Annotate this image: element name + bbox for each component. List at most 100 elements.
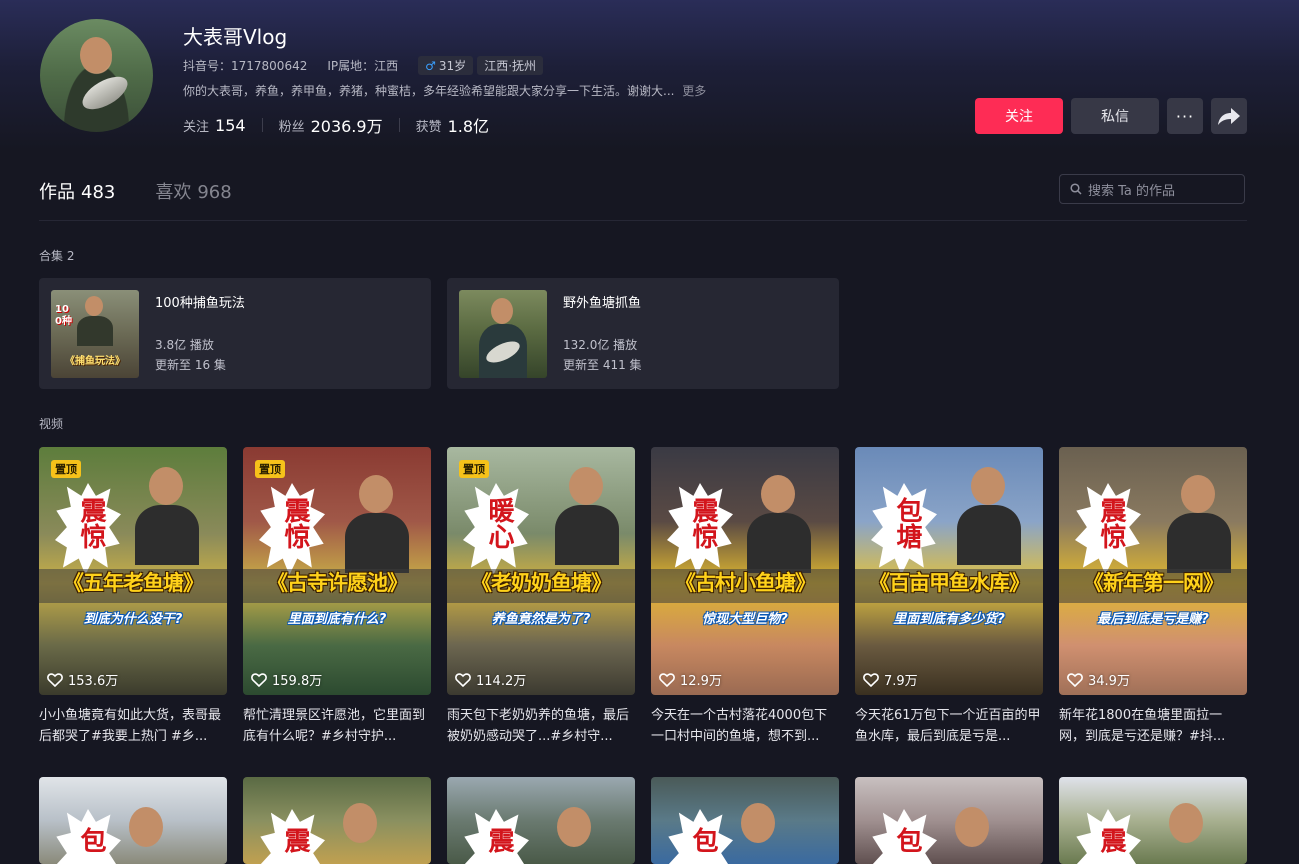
video-description[interactable]: 今天在一个古村落花4000包下一口村中间的鱼塘，想不到... xyxy=(651,705,839,747)
ip-location: IP属地：江西 xyxy=(327,59,399,73)
collection-card[interactable]: 野外鱼塘抓鱼 132.0亿 播放 更新至 411 集 xyxy=(447,278,839,389)
video-cover[interactable]: 震惊 《新年第一网》 最后到底是亏是赚? 34.9万 xyxy=(1059,447,1247,695)
video-card[interactable]: 震惊 《古寺许愿池》 里面到底有什么? 置顶 159.8万 帮忙清理景区许愿池，… xyxy=(243,447,431,747)
pinned-badge: 置顶 xyxy=(459,460,489,478)
followers-label[interactable]: 粉丝 xyxy=(279,116,305,135)
burst-text: 包 xyxy=(688,827,718,853)
burst-text: 震 xyxy=(280,827,310,853)
video-cover[interactable]: 包塘 《百亩甲鱼水库》 里面到底有多少货? 7.9万 xyxy=(855,447,1043,695)
profile-stats: 关注 154 粉丝 2036.9万 获赞 1.8亿 xyxy=(183,113,489,137)
cover-person xyxy=(1181,475,1215,513)
videos-label: 视频 xyxy=(39,417,64,431)
video-card[interactable]: 震惊 《古村小鱼塘》 惊现大型巨物? 12.9万 今天在一个古村落花4000包下… xyxy=(651,447,839,747)
profile-meta: 抖音号：1717800642 IP属地：江西 ♂ 31岁 江西·抚州 xyxy=(183,56,544,75)
video-cover[interactable]: 包 xyxy=(39,777,227,864)
following-count[interactable]: 154 xyxy=(215,116,246,135)
video-cover[interactable]: 包 xyxy=(855,777,1043,864)
video-card[interactable]: 包 xyxy=(855,777,1043,864)
follow-button[interactable]: 关注 xyxy=(975,98,1063,134)
video-card[interactable]: 暖心 《老奶奶鱼塘》 养鱼竟然是为了? 置顶 114.2万 雨天包下老奶奶养的鱼… xyxy=(447,447,635,747)
douyin-id: 抖音号：1717800642 xyxy=(183,59,308,73)
cover-person xyxy=(149,467,183,505)
collection-plays: 132.0亿 播放 xyxy=(563,338,638,352)
video-card[interactable]: 包 xyxy=(39,777,227,864)
tab-likes-label: 喜欢 xyxy=(155,182,192,203)
male-icon: ♂ xyxy=(425,58,436,73)
video-cover[interactable]: 震惊 《古寺许愿池》 里面到底有什么? 置顶 159.8万 xyxy=(243,447,431,695)
avatar[interactable] xyxy=(40,19,153,132)
content-tabs: 作品 483 喜欢 968 xyxy=(39,178,232,204)
collection-episodes: 更新至 411 集 xyxy=(563,358,642,372)
cover-subtitle: 里面到底有什么? xyxy=(287,612,387,627)
video-description[interactable]: 小小鱼塘竟有如此大货，表哥最后都哭了#我要上热门 #乡... xyxy=(39,705,227,747)
like-count-text: 34.9万 xyxy=(1088,674,1130,689)
cover-subtitle: 到底为什么没干? xyxy=(83,612,183,627)
video-card[interactable]: 震 xyxy=(1059,777,1247,864)
like-count-text: 159.8万 xyxy=(272,674,323,689)
following-label[interactable]: 关注 xyxy=(183,116,209,135)
divider xyxy=(39,220,1247,221)
video-card[interactable]: 震惊 《五年老鱼塘》 到底为什么没干? 置顶 153.6万 小小鱼塘竟有如此大货… xyxy=(39,447,227,747)
video-cover[interactable]: 震 xyxy=(1059,777,1247,864)
cover-subtitle: 养鱼竟然是为了? xyxy=(491,612,591,627)
share-button[interactable] xyxy=(1211,98,1247,134)
collection-title: 野外鱼塘抓鱼 xyxy=(563,296,642,311)
message-button[interactable]: 私信 xyxy=(1071,98,1159,134)
likes-label: 获赞 xyxy=(415,119,442,135)
cover-title: 《古村小鱼塘》 xyxy=(675,571,816,595)
more-options-button[interactable]: ··· xyxy=(1167,98,1203,134)
cover-subtitle: 最后到底是亏是赚? xyxy=(1097,612,1209,627)
tab-likes[interactable]: 喜欢 968 xyxy=(155,178,231,204)
search-input[interactable]: 搜索 Ta 的作品 xyxy=(1059,174,1245,204)
video-cover[interactable]: 包 xyxy=(651,777,839,864)
cover-person-body xyxy=(1167,513,1231,573)
burst-text: 震 xyxy=(484,827,514,853)
burst-text: 震惊 xyxy=(280,497,310,549)
cover-person xyxy=(741,803,775,843)
tab-works-label: 作品 xyxy=(39,182,75,203)
followers-count[interactable]: 2036.9万 xyxy=(311,113,383,137)
cover-title: 《五年老鱼塘》 xyxy=(63,571,204,595)
collection-thumbnail xyxy=(459,290,547,378)
burst-text: 震惊 xyxy=(688,497,718,549)
age-tag: ♂ 31岁 xyxy=(418,56,474,75)
video-card[interactable]: 震 xyxy=(447,777,635,864)
cover-person xyxy=(359,475,393,513)
video-cover[interactable]: 震惊 《五年老鱼塘》 到底为什么没干? 置顶 153.6万 xyxy=(39,447,227,695)
burst-text: 暖心 xyxy=(484,497,514,549)
share-icon xyxy=(1218,108,1240,125)
video-cover[interactable]: 震 xyxy=(243,777,431,864)
like-count: 7.9万 xyxy=(863,670,918,689)
video-card[interactable]: 震 xyxy=(243,777,431,864)
cover-title: 《新年第一网》 xyxy=(1083,571,1224,595)
collection-plays: 3.8亿 播放 xyxy=(155,338,214,352)
heart-icon xyxy=(659,672,675,687)
video-cover[interactable]: 震惊 《古村小鱼塘》 惊现大型巨物? 12.9万 xyxy=(651,447,839,695)
like-count: 34.9万 xyxy=(1067,670,1130,689)
bio: 你的大表哥，养鱼，养甲鱼，养猪，种蜜桔，多年经验希望能跟大家分享一下生活。谢谢大… xyxy=(183,82,706,99)
tab-likes-count: 968 xyxy=(197,182,232,203)
search-placeholder: 搜索 Ta 的作品 xyxy=(1088,183,1176,199)
cover-subtitle: 里面到底有多少货? xyxy=(893,612,1005,627)
collections-label: 合集 2 xyxy=(39,249,75,263)
collection-card[interactable]: 100种 《捕鱼玩法》 100种捕鱼玩法 3.8亿 播放 更新至 16 集 xyxy=(39,278,431,389)
heart-icon xyxy=(251,672,267,687)
video-card[interactable]: 包塘 《百亩甲鱼水库》 里面到底有多少货? 7.9万 今天花61万包下一个近百亩… xyxy=(855,447,1043,747)
video-description[interactable]: 今天花61万包下一个近百亩的甲鱼水库，最后到底是亏是... xyxy=(855,705,1043,747)
likes-count: 1.8亿 xyxy=(447,117,490,136)
like-count: 153.6万 xyxy=(47,670,118,689)
video-description[interactable]: 新年花1800在鱼塘里面拉一网，到底是亏还是赚？#抖... xyxy=(1059,705,1247,747)
video-card[interactable]: 包 xyxy=(651,777,839,864)
video-description[interactable]: 雨天包下老奶奶养的鱼塘，最后被奶奶感动哭了...#乡村守... xyxy=(447,705,635,747)
video-cover[interactable]: 暖心 《老奶奶鱼塘》 养鱼竟然是为了? 置顶 114.2万 xyxy=(447,447,635,695)
cover-person xyxy=(1169,803,1203,843)
avatar-fish xyxy=(77,70,133,116)
video-description[interactable]: 帮忙清理景区许愿池，它里面到底有什么呢？#乡村守护... xyxy=(243,705,431,747)
tab-works[interactable]: 作品 483 xyxy=(39,178,115,204)
collection-title: 100种捕鱼玩法 xyxy=(155,296,245,311)
collection-thumb-title: 100种 xyxy=(55,304,72,327)
video-cover[interactable]: 震 xyxy=(447,777,635,864)
cover-person xyxy=(971,467,1005,505)
bio-more-link[interactable]: 更多 xyxy=(682,84,706,98)
video-card[interactable]: 震惊 《新年第一网》 最后到底是亏是赚? 34.9万 新年花1800在鱼塘里面拉… xyxy=(1059,447,1247,747)
